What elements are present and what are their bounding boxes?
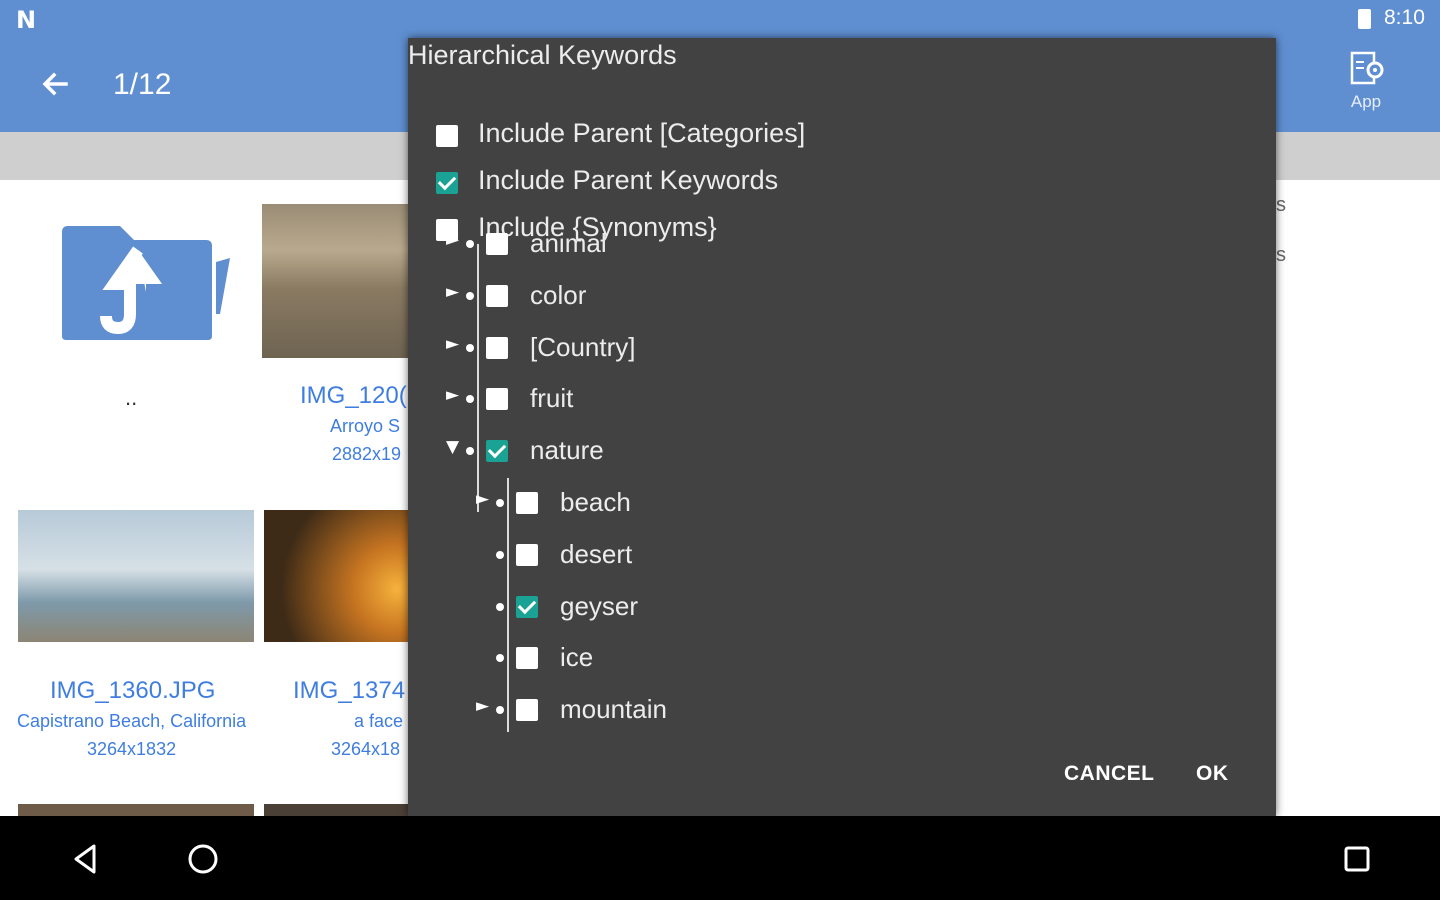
tree-item-label: animal [530,228,607,258]
checkbox[interactable] [436,125,458,147]
checkbox[interactable] [436,172,458,194]
app-settings-icon [1350,51,1384,85]
thumbnail-image[interactable] [262,204,412,358]
file-caption: Arroyo S [330,416,401,436]
thumbnail-image[interactable] [264,510,412,642]
ok-button[interactable]: OK [1196,762,1229,786]
checkbox[interactable] [486,440,508,462]
file-dimensions: 3264x18 [331,739,401,759]
checkbox[interactable] [486,233,508,255]
dialog-title: Hierarchical Keywords [408,40,677,70]
tree-node-dot [496,654,504,662]
status-bar: N 8:10 [0,0,1440,38]
triangle-back-icon[interactable] [70,842,100,876]
tree-item-label: ice [560,642,594,672]
file-dimensions: 2882x19 [332,444,402,464]
circle-home-icon[interactable] [186,842,220,876]
tree-node-dot [496,499,504,507]
collapse-arrow-icon[interactable]: ▼ [446,437,459,457]
tree-item-label: color [530,280,587,310]
app-settings-button[interactable]: App [1340,50,1392,120]
expand-arrow-icon[interactable]: ► [446,230,459,250]
clipped-text: s [1276,194,1286,216]
image-counter: 1/12 [113,68,172,101]
folder-up-icon[interactable] [60,222,232,342]
checkbox[interactable] [516,596,538,618]
tree-node-dot [496,603,504,611]
tree-item-label: desert [560,539,633,569]
tree-item-label: mountain [560,694,667,724]
checkbox[interactable] [486,337,508,359]
thumbnail-image[interactable] [18,804,254,816]
clipped-text: s [1276,244,1286,266]
file-caption: a face [354,711,404,731]
status-time: 8:10 [1384,6,1425,29]
expand-arrow-icon[interactable]: ► [446,282,459,302]
file-name[interactable]: IMG_120( [300,382,407,410]
cancel-button[interactable]: CANCEL [1064,762,1155,786]
file-caption: Capistrano Beach, California [17,711,247,731]
navigation-bar [0,816,1440,900]
tree-line [507,478,509,732]
expand-arrow-icon[interactable]: ► [476,489,489,509]
tree-node-dot [466,292,474,300]
file-name[interactable]: IMG_1360.JPG [50,677,215,705]
checkbox[interactable] [516,699,538,721]
checkbox[interactable] [516,492,538,514]
checkbox[interactable] [516,647,538,669]
tree-node-dot [496,706,504,714]
tree-node-dot [466,395,474,403]
tree-node-dot [466,344,474,352]
arrow-left-icon[interactable] [36,64,76,104]
thumbnail-image[interactable] [264,804,412,816]
tree-item-label: beach [560,487,631,517]
notification-icon: N [16,6,37,34]
option-label: Include Parent [Categories] [478,118,806,148]
square-recents-icon[interactable] [1342,844,1372,874]
checkbox[interactable] [486,388,508,410]
tree-item-label: nature [530,435,604,465]
parent-folder-label: .. [125,385,138,410]
file-name[interactable]: IMG_1374 [293,677,405,705]
file-dimensions: 3264x1832 [87,739,177,759]
tree-node-dot [496,551,504,559]
tree-item-label: [Country] [530,332,636,362]
checkbox[interactable] [516,544,538,566]
option-label: Include Parent Keywords [478,165,779,195]
expand-arrow-icon[interactable]: ► [476,696,489,716]
expand-arrow-icon[interactable]: ► [446,334,459,354]
checkbox[interactable] [486,285,508,307]
tree-node-dot [466,447,474,455]
hierarchical-keywords-dialog: Hierarchical Keywords Include Parent [Ca… [408,38,1276,816]
tree-item-label: fruit [530,383,574,413]
tree-node-dot [466,240,474,248]
battery-icon [1358,9,1371,29]
tree-item-label: geyser [560,591,639,621]
expand-arrow-icon[interactable]: ► [446,385,459,405]
tree-line [477,244,479,512]
thumbnail-image[interactable] [18,510,254,642]
app-label: App [1350,92,1382,111]
